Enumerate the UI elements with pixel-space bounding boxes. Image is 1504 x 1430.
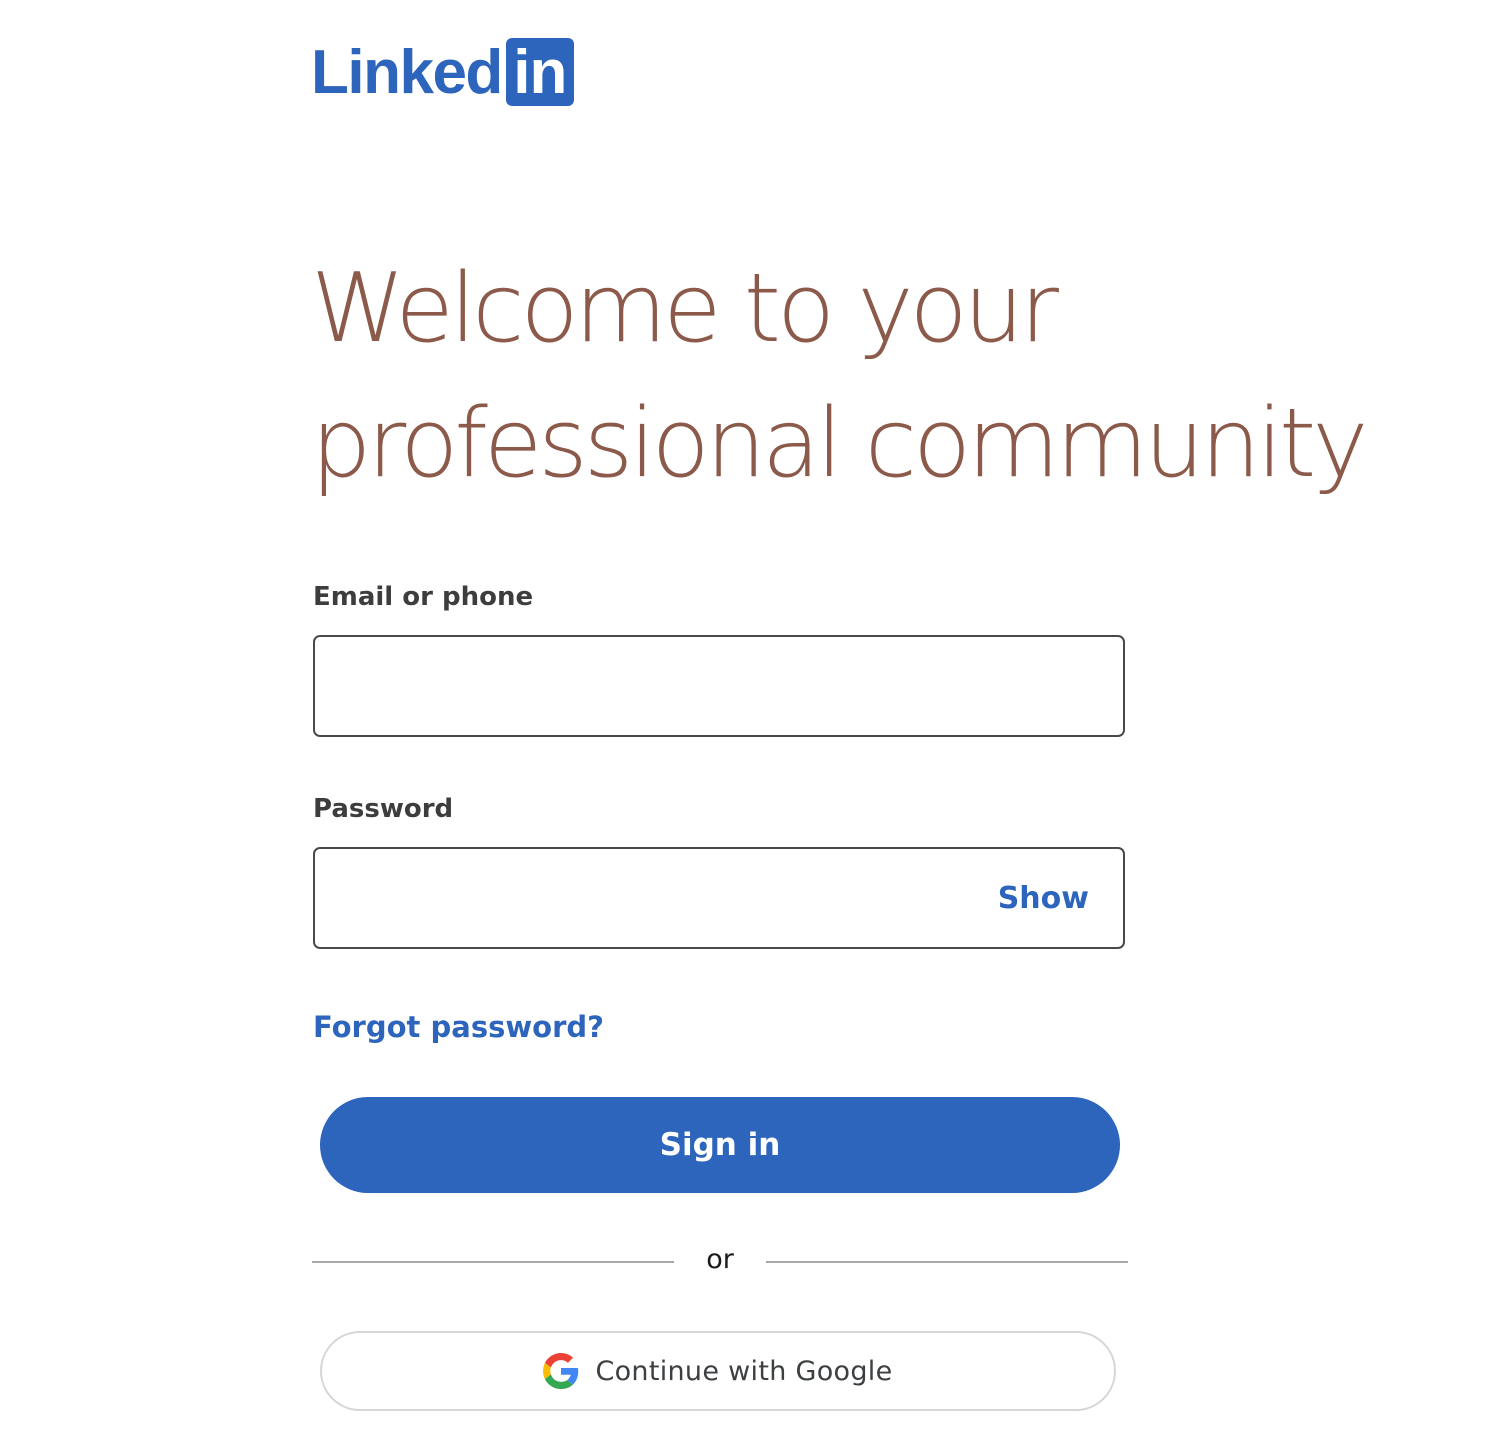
headline-line-1: Welcome to your bbox=[311, 254, 1059, 364]
sign-in-button[interactable]: Sign in bbox=[320, 1097, 1120, 1193]
email-field-box bbox=[313, 635, 1125, 737]
continue-with-google-button[interactable]: Continue with Google bbox=[320, 1331, 1116, 1411]
divider-or-text: or bbox=[706, 1244, 734, 1275]
forgot-password-link[interactable]: Forgot password? bbox=[313, 1010, 604, 1044]
headline-line-2: professional community bbox=[311, 389, 1369, 499]
email-label: Email or phone bbox=[313, 582, 534, 612]
linkedin-logo[interactable]: Linked in bbox=[311, 36, 574, 108]
google-button-label: Continue with Google bbox=[595, 1355, 893, 1387]
logo-in-box: in bbox=[505, 38, 574, 106]
divider-line-right bbox=[766, 1261, 1128, 1263]
logo-wordmark: Linked bbox=[311, 38, 503, 107]
password-field-box: Show bbox=[313, 847, 1125, 949]
google-g-icon bbox=[543, 1353, 579, 1389]
password-label: Password bbox=[313, 794, 454, 824]
page-headline: Welcome to your professional community bbox=[311, 242, 1491, 512]
divider-line-left bbox=[312, 1261, 674, 1263]
email-input[interactable] bbox=[315, 637, 1123, 735]
show-password-button[interactable]: Show bbox=[987, 849, 1089, 947]
